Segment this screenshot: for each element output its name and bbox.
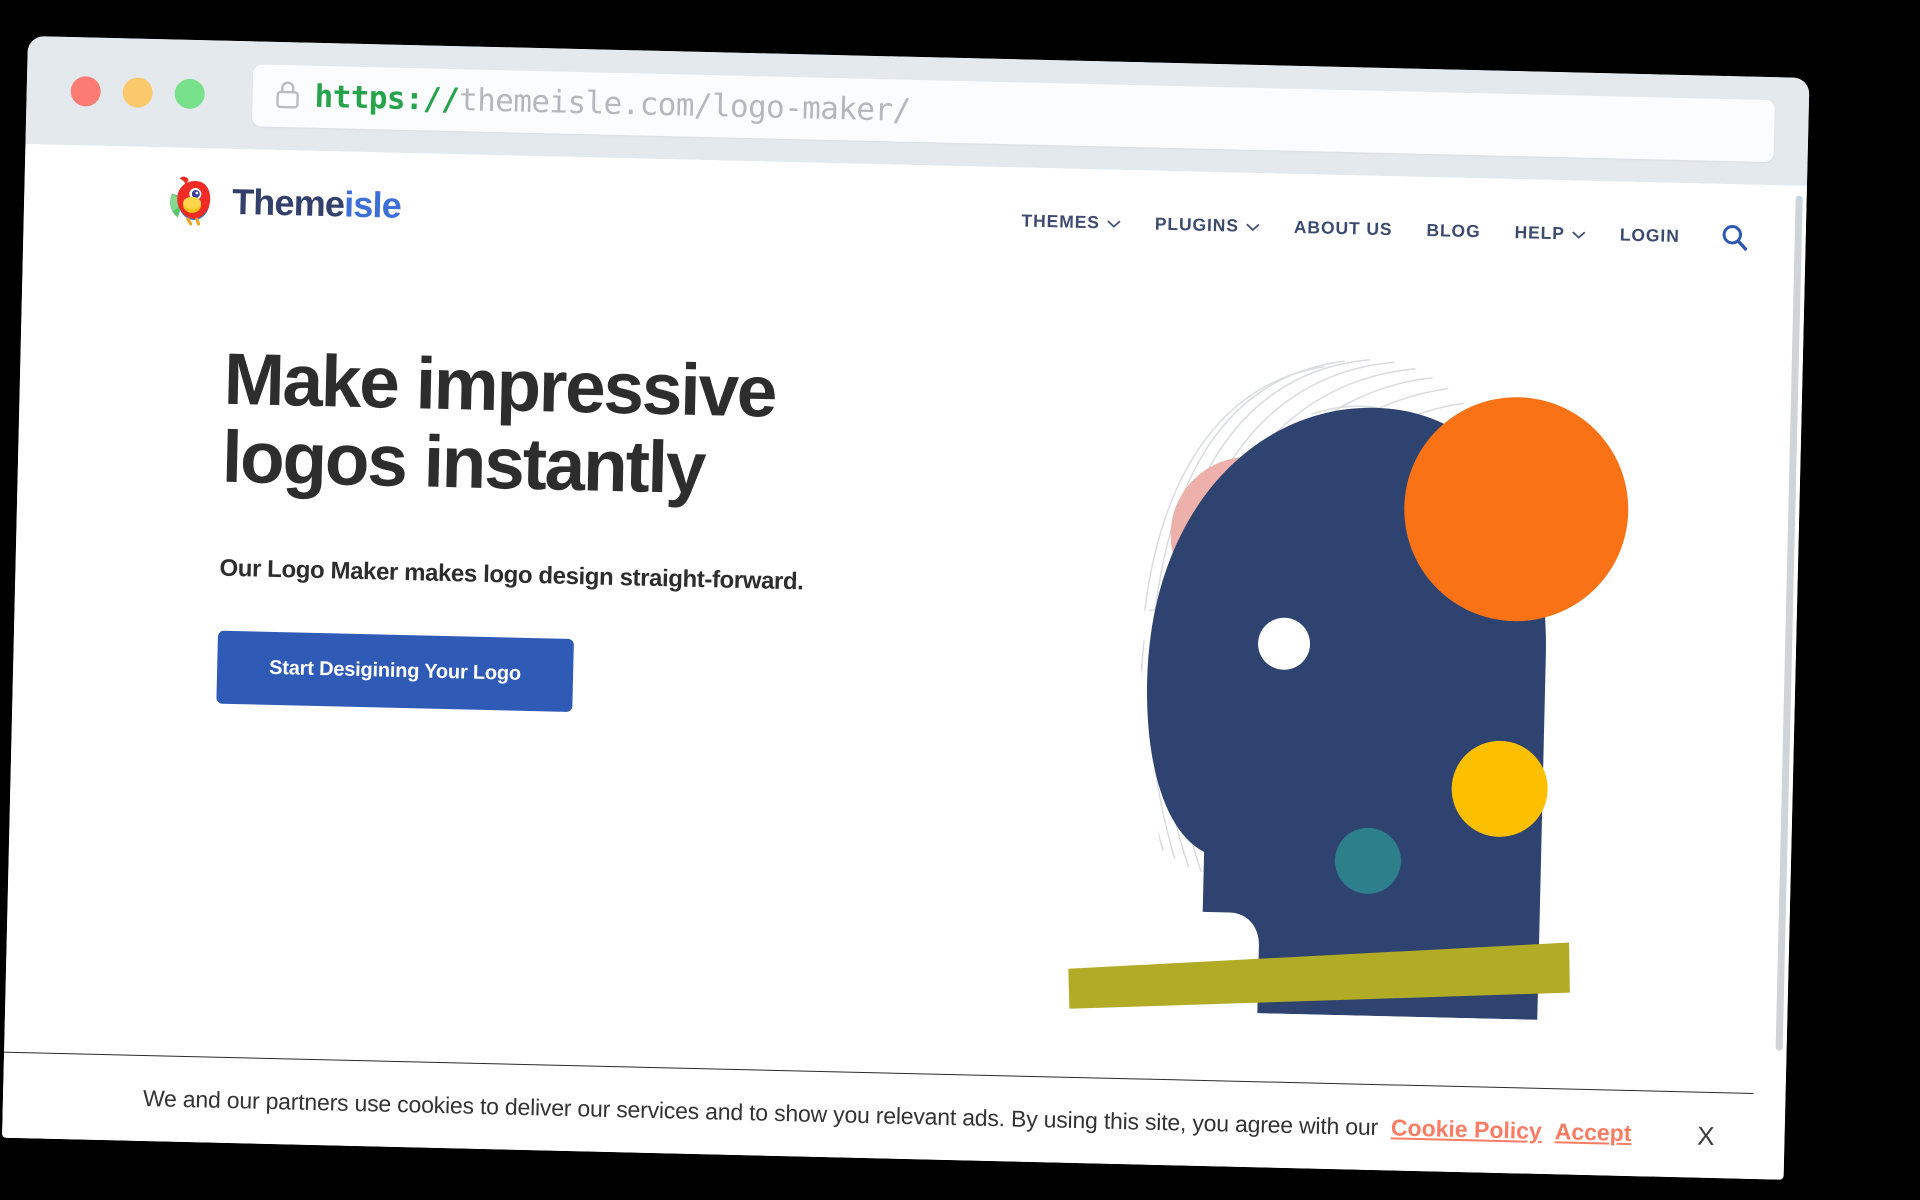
nav-item-plugins[interactable]: PLUGINS <box>1155 213 1261 236</box>
brand-word-isle: isle <box>343 183 402 226</box>
maximize-window-button[interactable] <box>174 78 206 110</box>
page-title: Make impressive logos instantly <box>221 339 984 515</box>
cookie-message: We and our partners use cookies to deliv… <box>142 1085 1379 1141</box>
close-icon[interactable]: X <box>1697 1120 1715 1150</box>
window-controls <box>70 76 206 110</box>
chevron-down-icon <box>1246 223 1260 231</box>
start-designing-button[interactable]: Start Desigining Your Logo <box>216 630 574 713</box>
abstract-head-illustration <box>1010 358 1803 1020</box>
main-navigation: THEMES PLUGINS ABOUT US BLOG HELP LOGIN <box>1021 205 1750 252</box>
address-bar[interactable]: https://themeisle.com/logo-maker/ <box>251 64 1775 163</box>
nav-item-login[interactable]: LOGIN <box>1620 224 1680 246</box>
hero-subtitle: Our Logo Maker makes logo design straigh… <box>219 554 804 596</box>
nav-label-blog: BLOG <box>1426 219 1481 241</box>
search-icon[interactable] <box>1719 222 1750 253</box>
nav-label-help: HELP <box>1514 221 1566 243</box>
chevron-down-icon <box>1107 219 1121 228</box>
padlock-icon <box>274 78 301 114</box>
parrot-logo-icon <box>163 171 218 231</box>
cookie-consent-banner: We and our partners use cookies to deliv… <box>2 1051 1754 1179</box>
nav-label-plugins: PLUGINS <box>1154 213 1240 236</box>
brand-word-theme: Theme <box>231 180 345 225</box>
nav-item-about-us[interactable]: ABOUT US <box>1294 216 1393 239</box>
nav-item-help[interactable]: HELP <box>1514 222 1586 245</box>
chevron-down-icon <box>1572 230 1586 239</box>
screenshot-stage: https://themeisle.com/logo-maker/ Themei… <box>0 0 1920 1200</box>
hero-section: Make impressive logos instantly Our Logo… <box>6 250 1805 1020</box>
close-window-button[interactable] <box>70 76 102 107</box>
hero-copy: Make impressive logos instantly Our Logo… <box>210 339 985 999</box>
browser-window: https://themeisle.com/logo-maker/ Themei… <box>2 36 1810 1180</box>
page-viewport: Themeisle THEMES PLUGINS ABOUT US BLOG H… <box>2 143 1807 1180</box>
cookie-policy-link[interactable]: Cookie Policy <box>1391 1114 1542 1145</box>
cookie-accept-link[interactable]: Accept <box>1554 1118 1631 1147</box>
brand-wordmark: Themeisle <box>232 181 402 227</box>
nav-item-themes[interactable]: THEMES <box>1021 210 1121 233</box>
nav-label-about-us: ABOUT US <box>1293 216 1393 239</box>
nav-item-blog[interactable]: BLOG <box>1426 220 1481 242</box>
url-host-path: themeisle.com/logo-maker/ <box>458 82 912 129</box>
nav-label-login: LOGIN <box>1619 224 1680 246</box>
url-scheme: https:// <box>314 78 460 119</box>
brand-logo[interactable]: Themeisle <box>163 171 402 236</box>
address-bar-url: https://themeisle.com/logo-maker/ <box>314 79 911 129</box>
hero-title-line-2: logos instantly <box>221 416 706 510</box>
nav-label-themes: THEMES <box>1021 209 1101 232</box>
minimize-window-button[interactable] <box>122 77 154 108</box>
